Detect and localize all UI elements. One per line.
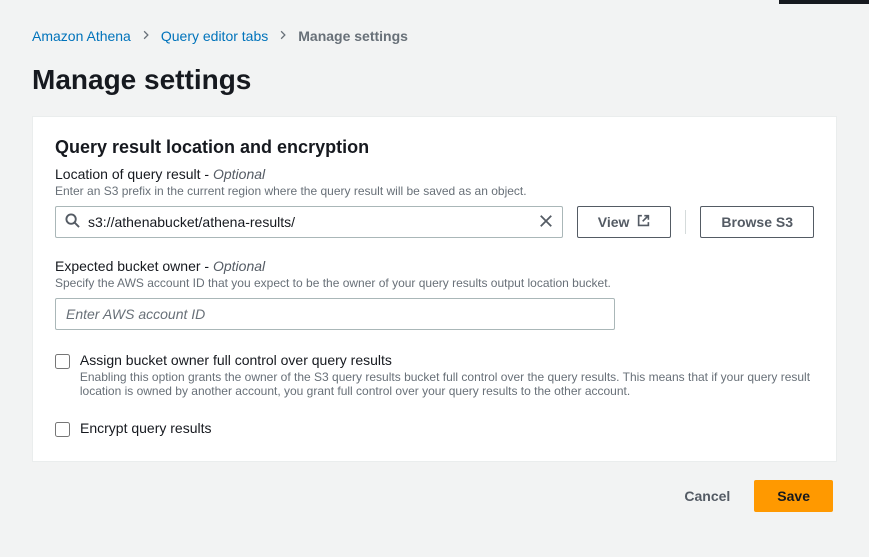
- owner-label-text: Expected bucket owner -: [55, 258, 213, 274]
- cancel-button[interactable]: Cancel: [672, 480, 742, 512]
- close-icon: [539, 214, 553, 231]
- chevron-right-icon: [141, 29, 151, 43]
- encrypt-label[interactable]: Encrypt query results: [80, 420, 212, 436]
- encrypt-row: Encrypt query results: [55, 420, 814, 437]
- breadcrumb-link-query-editor-tabs[interactable]: Query editor tabs: [161, 28, 268, 44]
- section-title: Query result location and encryption: [55, 137, 814, 158]
- owner-field: Expected bucket owner - Optional Specify…: [55, 258, 814, 330]
- clear-input-button[interactable]: [535, 210, 557, 235]
- owner-label: Expected bucket owner - Optional: [55, 258, 814, 274]
- encrypt-checkbox[interactable]: [55, 422, 70, 437]
- browse-s3-button[interactable]: Browse S3: [700, 206, 814, 238]
- location-label: Location of query result - Optional: [55, 166, 814, 182]
- assign-control-checkbox[interactable]: [55, 354, 70, 369]
- chevron-right-icon: [278, 29, 288, 43]
- breadcrumb-link-amazon-athena[interactable]: Amazon Athena: [32, 28, 131, 44]
- location-field: Location of query result - Optional Ente…: [55, 166, 814, 238]
- divider: [685, 210, 686, 234]
- assign-control-row: Assign bucket owner full control over qu…: [55, 352, 814, 398]
- breadcrumb: Amazon Athena Query editor tabs Manage s…: [0, 0, 869, 56]
- view-button[interactable]: View: [577, 206, 672, 238]
- breadcrumb-current: Manage settings: [298, 28, 408, 44]
- location-input[interactable]: [55, 206, 563, 238]
- owner-input[interactable]: [55, 298, 615, 330]
- location-input-row: View Browse S3: [55, 206, 814, 238]
- owner-desc: Specify the AWS account ID that you expe…: [55, 276, 814, 290]
- view-button-label: View: [598, 214, 630, 230]
- external-link-icon: [637, 214, 650, 230]
- location-input-wrap: [55, 206, 563, 238]
- page-title: Manage settings: [0, 56, 869, 116]
- location-label-text: Location of query result -: [55, 166, 213, 182]
- location-desc: Enter an S3 prefix in the current region…: [55, 184, 814, 198]
- top-dark-strip: [779, 0, 869, 4]
- browse-s3-label: Browse S3: [721, 214, 793, 230]
- settings-panel: Query result location and encryption Loc…: [32, 116, 837, 462]
- optional-text: Optional: [213, 258, 265, 274]
- optional-text: Optional: [213, 166, 265, 182]
- footer-actions: Cancel Save: [0, 462, 869, 512]
- assign-control-label[interactable]: Assign bucket owner full control over qu…: [80, 352, 392, 368]
- assign-control-desc: Enabling this option grants the owner of…: [80, 370, 814, 398]
- save-button[interactable]: Save: [754, 480, 833, 512]
